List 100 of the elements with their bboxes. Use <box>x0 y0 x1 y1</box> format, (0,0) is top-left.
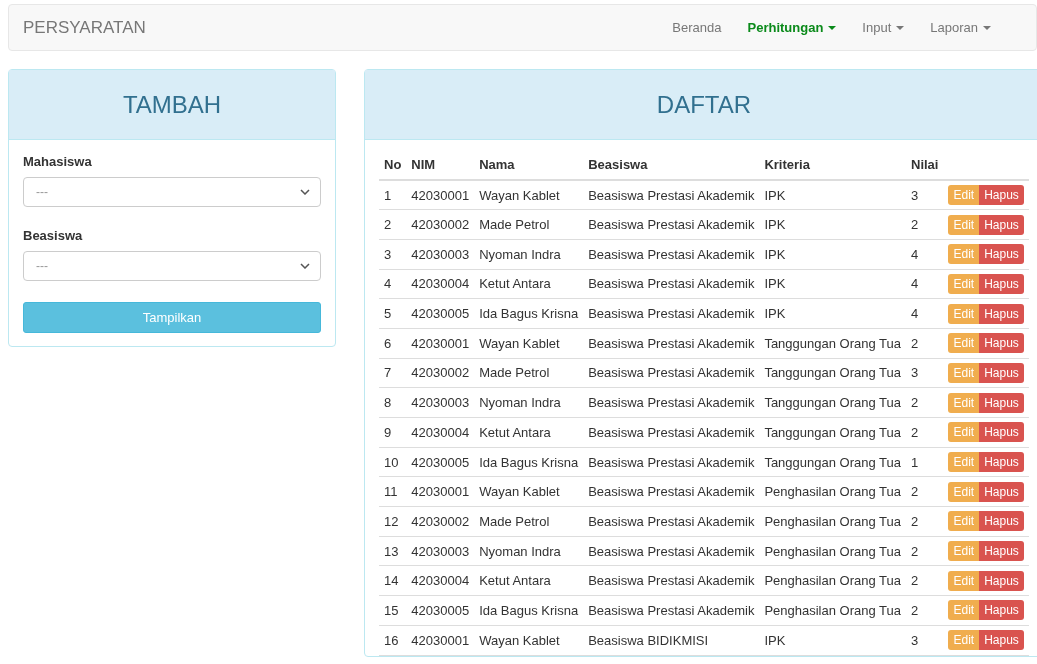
table-cell: Nyoman Indra <box>479 543 561 559</box>
table-cell: 15 <box>384 602 399 618</box>
table-cell: Beasiswa Prestasi Akademik <box>588 217 755 233</box>
table-cell: 2 <box>911 513 919 529</box>
brand-title[interactable]: PERSYARATAN <box>23 17 146 38</box>
table-cell: Beasiswa Prestasi Akademik <box>588 513 755 529</box>
select-field[interactable]: --- <box>23 251 321 281</box>
delete-button[interactable]: Hapus <box>979 511 1024 532</box>
table-cell: Beasiswa Prestasi Akademik <box>588 306 755 322</box>
column-header: NIM <box>411 157 436 172</box>
table-cell: Penghasilan Orang Tua <box>764 484 901 500</box>
panel-title: DAFTAR <box>656 90 752 119</box>
table-cell: Ida Bagus Krisna <box>479 454 579 470</box>
table-cell: 3 <box>911 632 919 648</box>
table-cell: Beasiswa Prestasi Akademik <box>588 484 755 500</box>
table-cell: Tanggungan Orang Tua <box>764 454 901 470</box>
table-cell: 10 <box>384 454 399 470</box>
table-cell: 3 <box>384 246 392 262</box>
table-cell: IPK <box>764 187 786 203</box>
table-cell: 2 <box>911 602 919 618</box>
panel-title: TAMBAH <box>122 90 222 119</box>
table-cell: 2 <box>911 424 919 440</box>
table-cell: 9 <box>384 424 392 440</box>
table-cell: 42030003 <box>411 246 470 262</box>
table-cell: IPK <box>764 246 786 262</box>
nav-link[interactable]: Laporan <box>917 20 1004 35</box>
column-header: Nilai <box>911 157 939 172</box>
table-cell: 42030001 <box>411 335 470 351</box>
nav-link[interactable]: Input <box>849 20 918 35</box>
delete-button[interactable]: Hapus <box>979 214 1024 235</box>
table-cell: 13 <box>384 543 399 559</box>
table-cell: 42030002 <box>411 513 470 529</box>
table-cell: 42030005 <box>411 602 470 618</box>
delete-button[interactable]: Hapus <box>979 333 1024 354</box>
table-cell: 42030001 <box>411 187 470 203</box>
table-cell: 11 <box>384 484 398 500</box>
table-cell: 42030002 <box>411 217 470 233</box>
delete-button[interactable]: Hapus <box>979 422 1024 443</box>
table-cell: Beasiswa Prestasi Akademik <box>588 395 755 411</box>
table-cell: 42030001 <box>411 484 470 500</box>
delete-button[interactable]: Hapus <box>979 570 1024 591</box>
table-cell: 12 <box>384 513 399 529</box>
select-field[interactable]: --- <box>23 177 321 207</box>
table-cell: 8 <box>384 395 392 411</box>
show-button[interactable]: Tampilkan <box>23 302 321 333</box>
nav-link[interactable]: Beranda <box>659 20 735 35</box>
delete-button[interactable]: Hapus <box>979 392 1024 413</box>
table-cell: 2 <box>911 335 919 351</box>
delete-button[interactable]: Hapus <box>979 600 1024 621</box>
table-cell: Beasiswa Prestasi Akademik <box>588 454 755 470</box>
table-cell: Beasiswa Prestasi Akademik <box>588 573 755 589</box>
delete-button[interactable]: Hapus <box>979 244 1024 265</box>
table-cell: Penghasilan Orang Tua <box>764 513 901 529</box>
delete-button[interactable]: Hapus <box>979 630 1024 651</box>
table-cell: Ketut Antara <box>479 424 551 440</box>
chevron-down-icon <box>300 189 310 195</box>
delete-button[interactable]: Hapus <box>979 452 1024 473</box>
table-cell: Beasiswa Prestasi Akademik <box>588 365 755 381</box>
table-cell: 4 <box>911 276 919 292</box>
table-cell: 42030004 <box>411 573 470 589</box>
table-cell: Beasiswa Prestasi Akademik <box>588 543 755 559</box>
table-cell: 2 <box>911 543 919 559</box>
table-cell: Nyoman Indra <box>479 246 561 262</box>
table-cell: 2 <box>911 573 919 589</box>
table-cell: Ida Bagus Krisna <box>479 602 579 618</box>
table-cell: 4 <box>911 246 919 262</box>
table-cell: Beasiswa Prestasi Akademik <box>588 602 755 618</box>
delete-button[interactable]: Hapus <box>979 481 1024 502</box>
chevron-down-icon <box>300 263 310 269</box>
table-cell: 2 <box>911 484 919 500</box>
delete-button[interactable]: Hapus <box>979 362 1024 383</box>
nav-link[interactable]: Perhitungan <box>734 20 850 35</box>
table-cell: Penghasilan Orang Tua <box>764 602 901 618</box>
table-cell: Beasiswa Prestasi Akademik <box>588 187 755 203</box>
table-cell: 4 <box>911 306 919 322</box>
table-cell: Tanggungan Orang Tua <box>764 335 901 351</box>
delete-button[interactable]: Hapus <box>979 303 1024 324</box>
table-cell: Made Petrol <box>479 217 550 233</box>
table-cell: IPK <box>764 632 786 648</box>
table-cell: 3 <box>911 187 919 203</box>
column-header: No <box>384 157 402 172</box>
table-cell: 2 <box>384 217 392 233</box>
field-label: Beasiswa <box>23 228 84 243</box>
delete-button[interactable]: Hapus <box>979 273 1024 294</box>
delete-button[interactable]: Hapus <box>979 541 1024 562</box>
table-cell: Wayan Kablet <box>479 632 560 648</box>
table-cell: 1 <box>911 454 919 470</box>
field-label: Mahasiswa <box>23 154 93 169</box>
table-cell: Tanggungan Orang Tua <box>764 365 901 381</box>
table-cell: 42030003 <box>411 395 470 411</box>
table-cell: Ketut Antara <box>479 276 551 292</box>
table-cell: Ketut Antara <box>479 573 551 589</box>
table-cell: Penghasilan Orang Tua <box>764 543 901 559</box>
table-cell: 42030005 <box>411 306 470 322</box>
table-cell: Beasiswa Prestasi Akademik <box>588 246 755 262</box>
table-cell: 42030003 <box>411 543 470 559</box>
column-header: Kriteria <box>764 157 810 172</box>
delete-button[interactable]: Hapus <box>979 185 1024 206</box>
table-cell: 2 <box>911 217 919 233</box>
table-cell: Beasiswa Prestasi Akademik <box>588 276 755 292</box>
